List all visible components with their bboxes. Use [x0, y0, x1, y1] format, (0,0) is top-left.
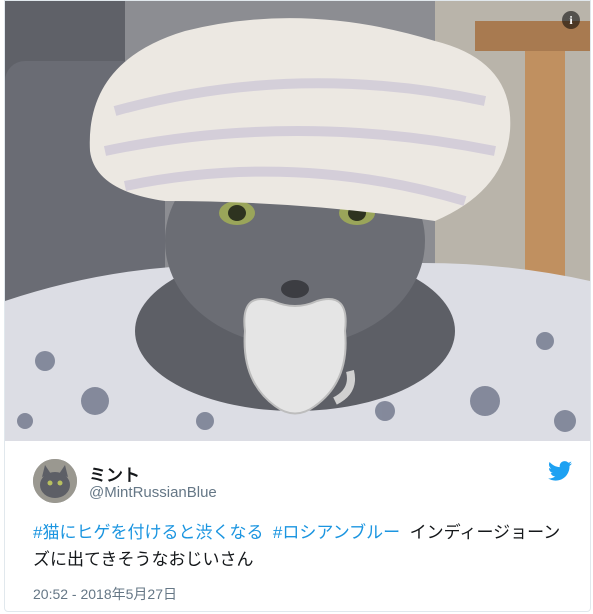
info-icon[interactable]: i	[562, 11, 580, 29]
tweet-text: #猫にヒゲを付けると渋くなる #ロシアンブルー インディージョーンズに出てきそう…	[33, 519, 573, 573]
avatar-cat-image	[33, 459, 77, 503]
tweet-card: i ミント @MintRussianBlue #猫にヒゲを付けると渋くなる #ロ…	[4, 0, 591, 612]
cat-photo-illustration	[5, 1, 590, 441]
twitter-bird-icon[interactable]	[548, 461, 572, 481]
avatar[interactable]	[33, 459, 77, 503]
author-name[interactable]: ミント	[89, 461, 140, 486]
tweet-photo[interactable]: i	[5, 1, 590, 441]
tweet-timestamp[interactable]: 20:52 - 2018年5月27日	[33, 584, 177, 604]
hashtag-link[interactable]: #猫にヒゲを付けると渋くなる	[33, 523, 263, 542]
hashtag-link[interactable]: #ロシアンブルー	[273, 523, 400, 542]
author-handle[interactable]: @MintRussianBlue	[89, 484, 217, 501]
